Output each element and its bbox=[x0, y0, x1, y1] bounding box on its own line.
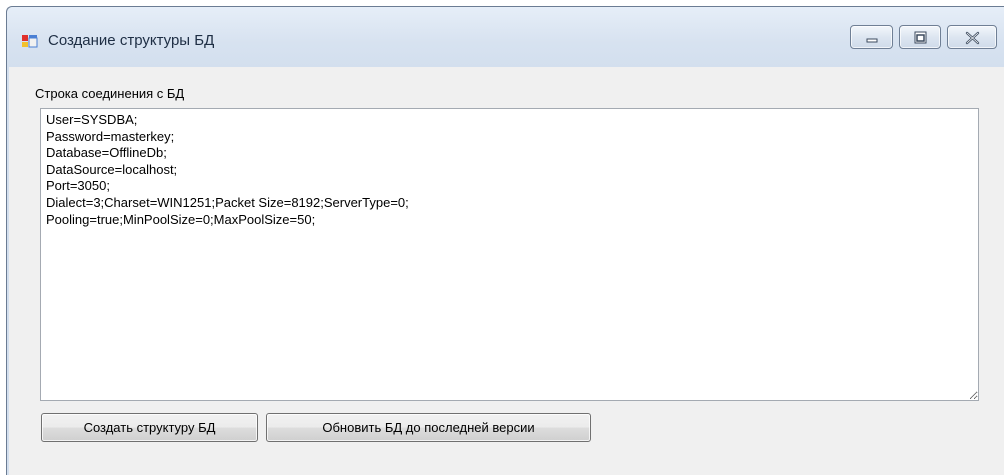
title-bar[interactable]: Создание структуры БД bbox=[7, 7, 1004, 67]
minimize-icon bbox=[866, 38, 878, 43]
connection-string-label: Строка соединения с БД bbox=[35, 86, 185, 101]
window-title: Создание структуры БД bbox=[48, 32, 215, 49]
connection-string-input[interactable]: User=SYSDBA; Password=masterkey; Databas… bbox=[40, 108, 979, 401]
update-db-button[interactable]: Обновить БД до последней версии bbox=[266, 413, 591, 442]
restore-icon bbox=[914, 31, 927, 44]
minimize-button[interactable] bbox=[850, 25, 893, 49]
create-structure-button[interactable]: Создать структуру БД bbox=[41, 413, 258, 442]
app-window-icon bbox=[22, 33, 38, 49]
close-icon bbox=[965, 31, 980, 45]
maximize-button[interactable] bbox=[899, 25, 941, 49]
close-button[interactable] bbox=[947, 25, 997, 49]
